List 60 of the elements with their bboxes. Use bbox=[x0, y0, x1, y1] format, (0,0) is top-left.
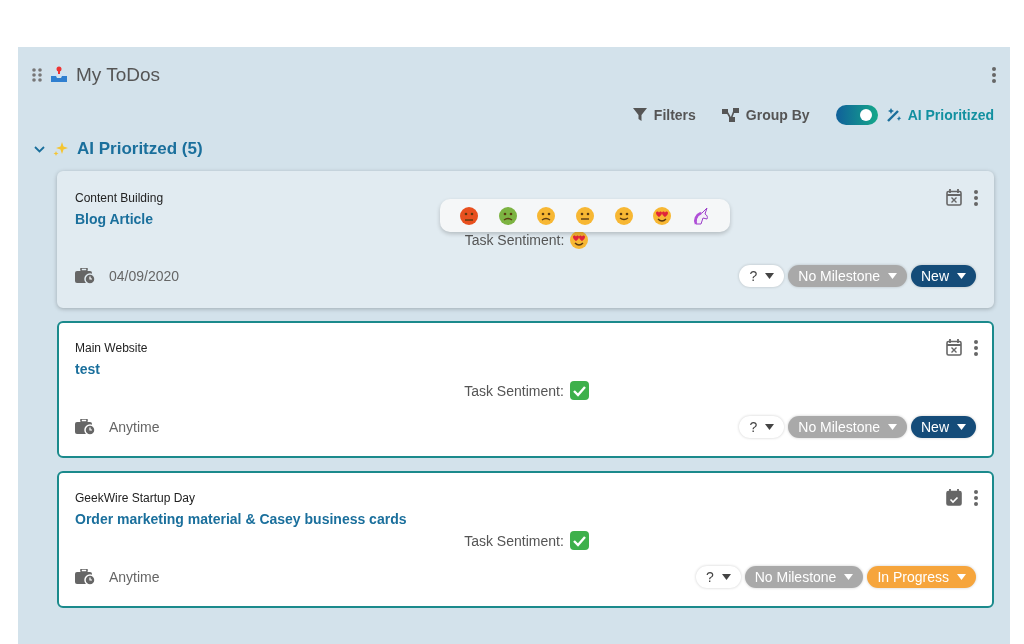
calendar-x-icon[interactable] bbox=[946, 189, 962, 206]
calendar-x-icon[interactable] bbox=[946, 339, 962, 356]
more-icon[interactable] bbox=[974, 189, 978, 206]
priority-dropdown[interactable]: ? bbox=[739, 265, 785, 287]
task-card[interactable]: Content Building Blog Article Task Sentiment: 04/09/2020 ? No Milestone New bbox=[57, 171, 994, 308]
caret-icon bbox=[957, 424, 966, 430]
filter-icon bbox=[632, 108, 647, 122]
caret-icon bbox=[765, 273, 775, 279]
project-name: Main Website bbox=[75, 341, 148, 355]
sick-face-icon[interactable] bbox=[498, 206, 517, 225]
priority-dropdown[interactable]: ? bbox=[695, 566, 741, 588]
caret-icon bbox=[765, 424, 775, 430]
sentiment-label: Task Sentiment: bbox=[464, 382, 564, 399]
hierarchy-icon bbox=[721, 108, 739, 122]
drag-handle-icon[interactable] bbox=[32, 68, 42, 82]
briefcase-clock-icon bbox=[75, 268, 95, 284]
task-title-link[interactable]: test bbox=[75, 361, 100, 377]
magic-wand-icon bbox=[885, 107, 902, 123]
filters-button[interactable]: Filters bbox=[632, 107, 696, 123]
due-date: 04/09/2020 bbox=[109, 268, 180, 284]
caret-icon bbox=[721, 574, 731, 580]
caret-icon bbox=[957, 273, 966, 279]
widget-title: My ToDos bbox=[76, 64, 162, 86]
check-icon bbox=[569, 381, 589, 400]
group-by-button[interactable]: Group By bbox=[721, 107, 810, 123]
unicorn-icon[interactable] bbox=[691, 206, 710, 225]
inbox-icon bbox=[50, 66, 68, 84]
section-header[interactable]: AI Prioritzed (5) bbox=[34, 139, 203, 159]
frowning-face-icon[interactable] bbox=[537, 206, 556, 225]
ai-toggle-switch[interactable] bbox=[835, 105, 878, 125]
caret-icon bbox=[888, 273, 897, 279]
sentiment-label: Task Sentiment: bbox=[464, 532, 564, 549]
more-icon[interactable] bbox=[974, 339, 978, 356]
briefcase-clock-icon bbox=[75, 569, 95, 585]
task-card[interactable]: Main Website test Task Sentiment: Anytime ? No Milestone New bbox=[57, 321, 994, 458]
task-title-link[interactable]: Blog Article bbox=[75, 211, 154, 227]
priority-dropdown[interactable]: ? bbox=[739, 416, 785, 438]
more-icon[interactable] bbox=[992, 67, 996, 83]
status-dropdown[interactable]: New bbox=[911, 416, 976, 438]
status-dropdown[interactable]: New bbox=[911, 265, 976, 287]
due-date: Anytime bbox=[109, 569, 160, 585]
neutral-face-icon[interactable] bbox=[575, 206, 594, 225]
calendar-check-icon[interactable] bbox=[946, 489, 962, 506]
sentiment-label: Task Sentiment: bbox=[464, 232, 565, 248]
due-date: Anytime bbox=[109, 419, 160, 435]
more-icon[interactable] bbox=[974, 489, 978, 506]
heart-eyes-icon[interactable] bbox=[653, 206, 672, 225]
task-card[interactable]: GeekWire Startup Day Order marketing material & Casey business cards Task Sentiment: Anytime ? No Milestone In Progress bbox=[57, 471, 994, 608]
caret-icon bbox=[957, 574, 966, 580]
heart-eyes-icon[interactable] bbox=[570, 231, 589, 249]
task-title-link[interactable]: Order marketing material & Casey business cards bbox=[75, 511, 407, 527]
caret-icon bbox=[888, 424, 897, 430]
briefcase-clock-icon bbox=[75, 419, 95, 435]
caret-icon bbox=[844, 574, 854, 580]
project-name: GeekWire Startup Day bbox=[75, 491, 196, 505]
check-icon bbox=[569, 531, 589, 550]
sparkles-icon bbox=[53, 141, 69, 157]
project-name: Content Building bbox=[75, 191, 164, 205]
smiling-face-icon[interactable] bbox=[614, 206, 633, 225]
ai-prioritized-label: AI Prioritized bbox=[885, 107, 994, 123]
